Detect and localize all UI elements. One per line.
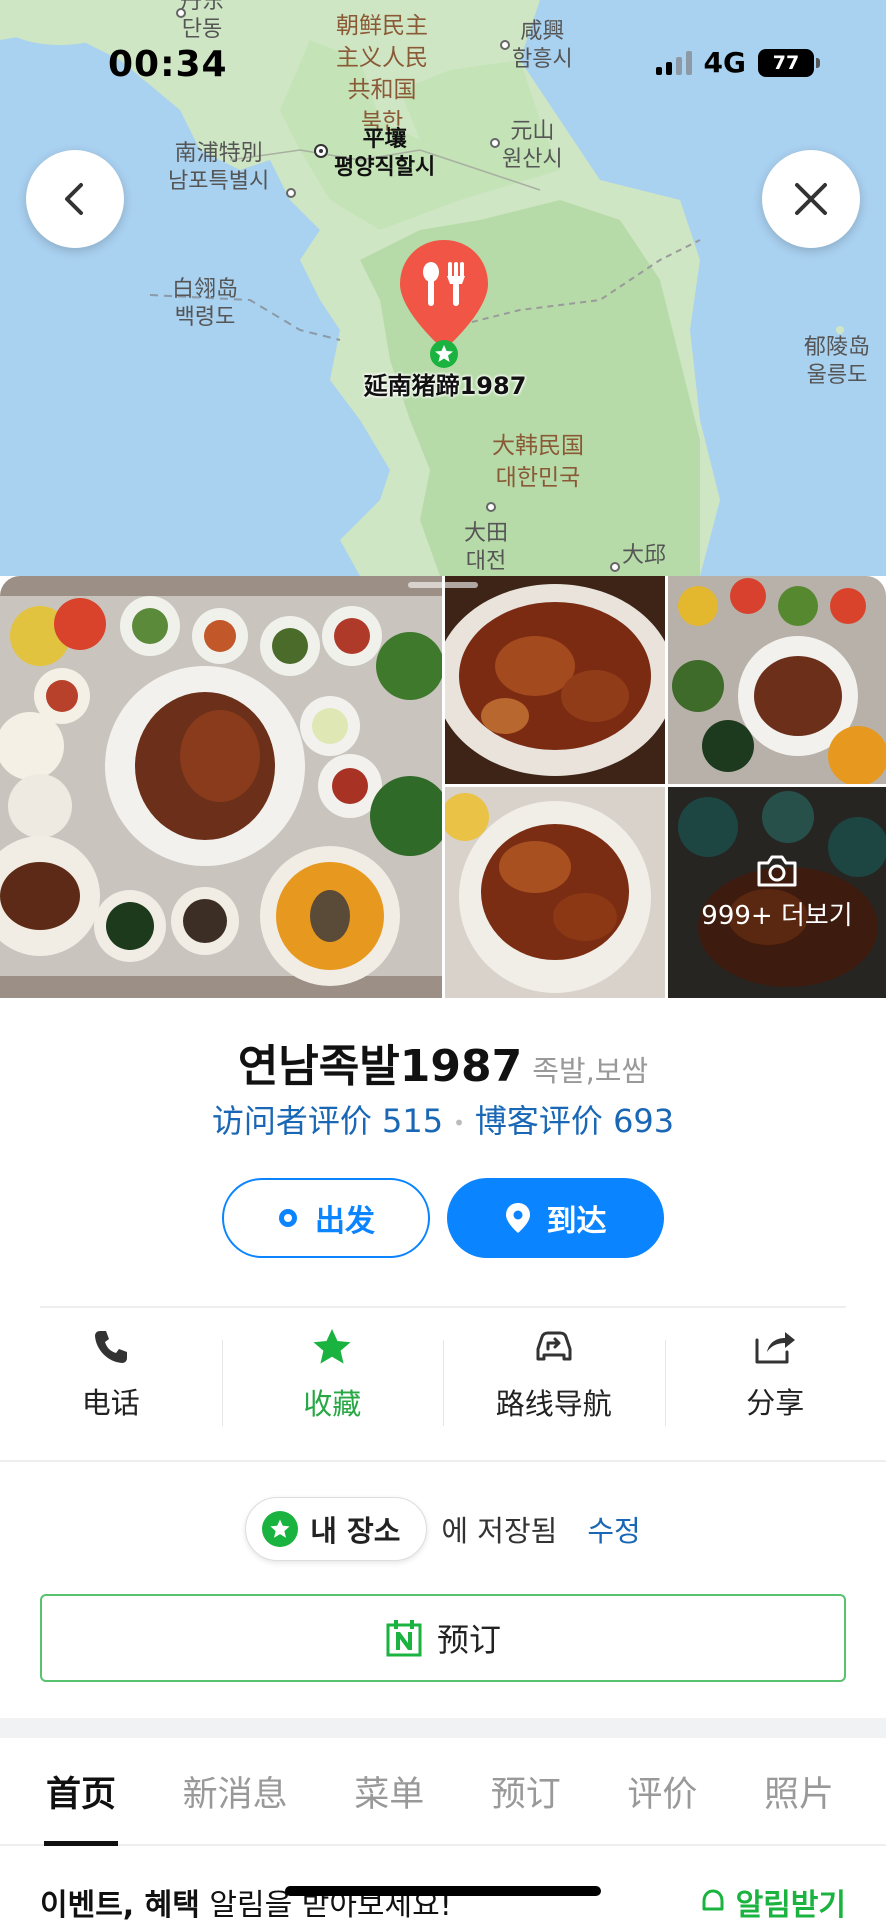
call-label: 电话 bbox=[81, 1386, 140, 1420]
map-dot bbox=[490, 138, 500, 148]
more-photos-overlay[interactable]: 999+ 더보기 bbox=[668, 787, 886, 998]
favorite-action[interactable]: 收藏 bbox=[221, 1320, 444, 1430]
photo-more[interactable]: 999+ 더보기 bbox=[668, 787, 886, 998]
place-category: 족발,보쌈 bbox=[532, 1054, 649, 1088]
my-places-label: 내 장소 bbox=[310, 1514, 401, 1548]
notify-label: 알림받기 bbox=[735, 1888, 846, 1920]
favorite-label: 收藏 bbox=[303, 1387, 362, 1421]
tab-bar: 首页 新消息 菜单 预订 评价 照片 bbox=[0, 1738, 886, 1846]
status-icons: 4G 77 bbox=[655, 46, 820, 79]
place-name: 연남족발1987 bbox=[237, 1041, 523, 1092]
call-action[interactable]: 电话 bbox=[0, 1320, 222, 1430]
tab-photos[interactable]: 照片 bbox=[742, 1738, 856, 1844]
map-dot bbox=[176, 8, 186, 18]
map-dot bbox=[486, 502, 496, 512]
pin-label: 延南猪蹄1987 bbox=[363, 372, 527, 400]
review-row: 访问者评价 515 • 博客评价 693 bbox=[0, 1096, 886, 1142]
map-label-ulleung: 郁陵岛 울릉도 bbox=[804, 335, 871, 388]
photo-4[interactable] bbox=[445, 787, 665, 998]
map-capital-dot bbox=[314, 144, 328, 158]
car-route-icon bbox=[536, 1331, 572, 1361]
map-label-daejeon: 大田 대전 bbox=[464, 521, 509, 574]
blog-reviews-link[interactable]: 博客评价 693 bbox=[475, 1102, 674, 1140]
map-dot bbox=[500, 40, 510, 50]
phone-icon bbox=[94, 1331, 127, 1363]
bell-plus-icon bbox=[702, 1889, 724, 1911]
section-separator bbox=[0, 1718, 886, 1738]
map-dot bbox=[286, 188, 296, 198]
photo-2[interactable] bbox=[445, 576, 665, 784]
map-label-pyongyang: 平壤 평양직할시 bbox=[334, 127, 436, 180]
home-indicator bbox=[285, 1886, 601, 1896]
star-badge-icon bbox=[262, 1511, 299, 1547]
notify-button[interactable]: 알림받기 bbox=[698, 1880, 846, 1920]
star-icon bbox=[313, 1329, 351, 1364]
restaurant-pin-icon[interactable] bbox=[396, 238, 492, 368]
tab-reviews[interactable]: 评价 bbox=[605, 1738, 719, 1844]
map-label-baengnyeong: 白翎岛 백령도 bbox=[172, 277, 239, 330]
reserve-button[interactable]: 预订 bbox=[40, 1594, 846, 1682]
depart-label: 出发 bbox=[315, 1204, 375, 1239]
divider bbox=[40, 1306, 846, 1308]
battery-icon: 77 bbox=[758, 48, 820, 77]
separator-dot: • bbox=[453, 1111, 465, 1135]
divider bbox=[0, 1460, 886, 1462]
map-view[interactable]: 丹东 단동 朝鲜民主 主义人民 共和国 북한 咸興 함흥시 南浦特別 남포특별시 平壤 평양직… bbox=[0, 0, 886, 576]
place-title-row: 연남족발1987 족발,보쌈 bbox=[0, 1030, 886, 1094]
route-action[interactable]: 路线导航 bbox=[443, 1320, 665, 1430]
arrive-button[interactable]: 到达 bbox=[447, 1178, 664, 1258]
close-button[interactable] bbox=[762, 150, 860, 248]
photo-main[interactable] bbox=[0, 576, 442, 998]
location-pin-icon bbox=[505, 1203, 530, 1233]
arrive-label: 到达 bbox=[546, 1204, 607, 1239]
visitor-reviews-link[interactable]: 访问者评价 515 bbox=[212, 1102, 443, 1140]
map-label-daegu: 大邱 bbox=[622, 543, 667, 568]
back-button[interactable] bbox=[26, 150, 124, 248]
chevron-left-icon bbox=[65, 183, 83, 215]
status-time: 00:34 bbox=[108, 44, 228, 85]
naver-calendar-icon bbox=[386, 1620, 422, 1657]
photo-gallery[interactable]: 999+ 더보기 bbox=[0, 576, 886, 998]
map-label-dandong: 丹东 단동 bbox=[180, 0, 225, 42]
origin-dot-icon bbox=[279, 1209, 297, 1227]
my-places-chip[interactable]: 내 장소 bbox=[245, 1497, 428, 1561]
saved-row: 내 장소 에 저장됨 수정 bbox=[0, 1497, 886, 1561]
share-icon bbox=[755, 1332, 796, 1364]
map-dot bbox=[610, 562, 620, 572]
share-action[interactable]: 分享 bbox=[664, 1320, 886, 1430]
close-icon bbox=[795, 183, 827, 215]
share-label: 分享 bbox=[746, 1386, 805, 1420]
photo-3[interactable] bbox=[668, 576, 886, 784]
depart-button[interactable]: 出发 bbox=[222, 1178, 430, 1258]
tab-news[interactable]: 新消息 bbox=[161, 1738, 310, 1844]
tab-menu[interactable]: 菜单 bbox=[332, 1738, 446, 1844]
map-label-dprk: 朝鲜民主 主义人民 共和国 북한 bbox=[336, 13, 428, 135]
action-row: 电话 收藏 路线导航 分享 bbox=[0, 1320, 886, 1430]
tab-home[interactable]: 首页 bbox=[24, 1738, 138, 1846]
notice-bold: 이벤트, 혜택 bbox=[40, 1888, 200, 1920]
camera-icon bbox=[757, 855, 797, 887]
sheet-handle[interactable] bbox=[408, 582, 478, 588]
signal-icon bbox=[655, 50, 692, 75]
map-label-hamhung: 咸興 함흥시 bbox=[512, 19, 573, 72]
tab-reserve[interactable]: 预订 bbox=[469, 1738, 583, 1844]
map-label-korea: 大韩民国 대한민국 bbox=[492, 433, 584, 491]
map-label-nampo: 南浦特別 남포특별시 bbox=[168, 141, 270, 194]
route-label: 路线导航 bbox=[495, 1387, 612, 1421]
saved-status-text: 에 저장됨 bbox=[441, 1514, 558, 1548]
more-photos-label: 999+ 더보기 bbox=[701, 901, 853, 931]
map-label-wonsan: 元山 원산시 bbox=[502, 119, 563, 172]
reserve-label: 预订 bbox=[436, 1621, 501, 1659]
network-type: 4G bbox=[703, 46, 746, 79]
edit-link[interactable]: 수정 bbox=[587, 1508, 640, 1550]
